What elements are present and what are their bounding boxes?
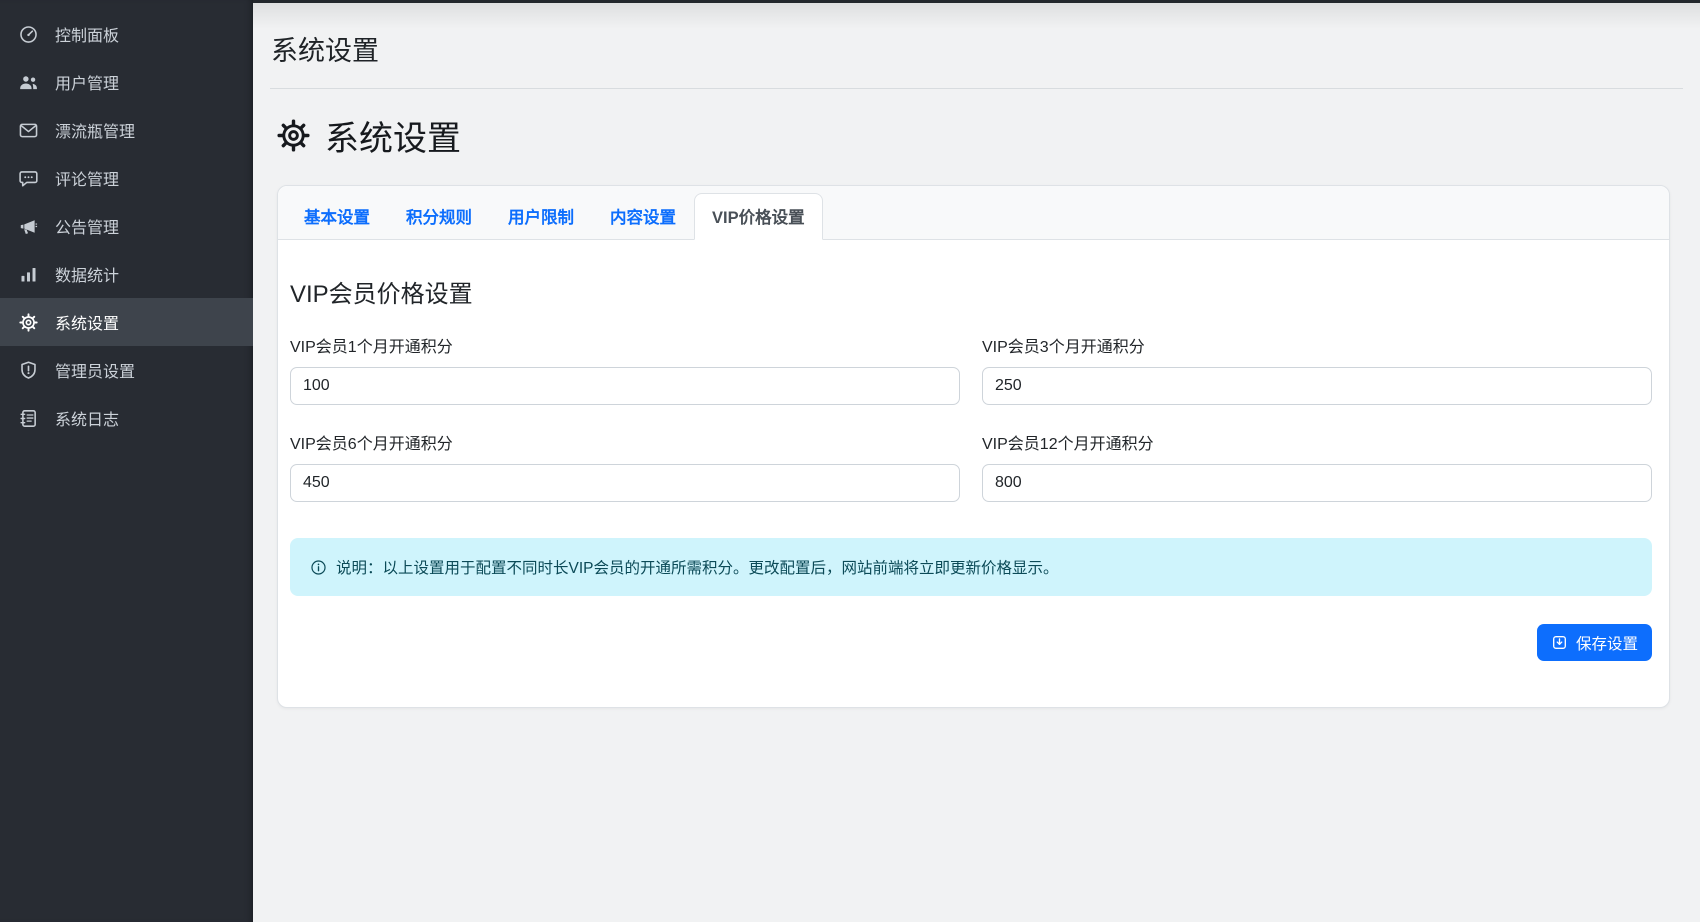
tab-panel-vip-price: VIP会员价格设置 VIP会员1个月开通积分 VIP会员3个月开通积分 VIP会… bbox=[278, 240, 1669, 707]
comment-icon bbox=[18, 168, 39, 189]
info-alert-text: 说明：以上设置用于配置不同时长VIP会员的开通所需积分。更改配置后，网站前端将立… bbox=[336, 556, 1059, 578]
tab-basic-settings[interactable]: 基本设置 bbox=[286, 193, 388, 240]
tab-points-rules[interactable]: 积分规则 bbox=[388, 193, 490, 240]
app-window: 控制面板 用户管理 漂流瓶管理 评论管理 公告管理 数据统计 系统设置 管理员 bbox=[0, 0, 1700, 922]
sidebar-item-label: 管理员设置 bbox=[55, 358, 135, 382]
field-vip-12-month: VIP会员12个月开通积分 bbox=[982, 430, 1652, 502]
tab-vip-price-settings[interactable]: VIP价格设置 bbox=[694, 193, 823, 240]
field-label: VIP会员3个月开通积分 bbox=[982, 333, 1652, 357]
field-label: VIP会员1个月开通积分 bbox=[290, 333, 960, 357]
header-divider bbox=[270, 88, 1683, 89]
save-settings-button[interactable]: 保存设置 bbox=[1537, 624, 1652, 661]
sidebar-item-admin-settings[interactable]: 管理员设置 bbox=[0, 346, 253, 394]
sidebar-item-label: 漂流瓶管理 bbox=[55, 118, 135, 142]
field-vip-6-month: VIP会员6个月开通积分 bbox=[290, 430, 960, 502]
save-icon bbox=[1551, 634, 1568, 651]
actions-row: 保存设置 bbox=[290, 624, 1652, 661]
sidebar-item-announcements[interactable]: 公告管理 bbox=[0, 202, 253, 250]
sidebar-item-dashboard[interactable]: 控制面板 bbox=[0, 10, 253, 58]
vip-3-month-input[interactable] bbox=[982, 367, 1652, 405]
gear-icon bbox=[275, 117, 312, 154]
vip-1-month-input[interactable] bbox=[290, 367, 960, 405]
field-vip-1-month: VIP会员1个月开通积分 bbox=[290, 333, 960, 405]
sidebar-item-system-settings[interactable]: 系统设置 bbox=[0, 298, 253, 346]
save-button-label: 保存设置 bbox=[1576, 632, 1638, 654]
envelope-icon bbox=[18, 120, 39, 141]
sidebar-item-system-logs[interactable]: 系统日志 bbox=[0, 394, 253, 442]
tab-user-limits[interactable]: 用户限制 bbox=[490, 193, 592, 240]
sidebar-item-label: 公告管理 bbox=[55, 214, 119, 238]
info-alert: 说明：以上设置用于配置不同时长VIP会员的开通所需积分。更改配置后，网站前端将立… bbox=[290, 538, 1652, 596]
sidebar: 控制面板 用户管理 漂流瓶管理 评论管理 公告管理 数据统计 系统设置 管理员 bbox=[0, 0, 253, 922]
page-header-title: 系统设置 bbox=[253, 3, 1700, 88]
sidebar-item-label: 用户管理 bbox=[55, 70, 119, 94]
vip-12-month-input[interactable] bbox=[982, 464, 1652, 502]
tab-content-settings[interactable]: 内容设置 bbox=[592, 193, 694, 240]
sidebar-item-statistics[interactable]: 数据统计 bbox=[0, 250, 253, 298]
field-label: VIP会员6个月开通积分 bbox=[290, 430, 960, 454]
info-icon bbox=[310, 559, 327, 576]
bar-chart-icon bbox=[18, 264, 39, 285]
vip-price-form: VIP会员1个月开通积分 VIP会员3个月开通积分 VIP会员6个月开通积分 V… bbox=[290, 333, 1652, 502]
gear-icon bbox=[18, 312, 39, 333]
page-title-text: 系统设置 bbox=[325, 111, 461, 160]
shield-icon bbox=[18, 360, 39, 381]
speedometer-icon bbox=[18, 24, 39, 45]
sidebar-item-label: 评论管理 bbox=[55, 166, 119, 190]
vip-6-month-input[interactable] bbox=[290, 464, 960, 502]
sidebar-item-label: 系统设置 bbox=[55, 310, 119, 334]
settings-tabs: 基本设置 积分规则 用户限制 内容设置 VIP价格设置 bbox=[278, 186, 1669, 240]
page-title: 系统设置 bbox=[275, 111, 1680, 160]
journal-icon bbox=[18, 408, 39, 429]
users-icon bbox=[18, 72, 39, 93]
sidebar-item-users[interactable]: 用户管理 bbox=[0, 58, 253, 106]
sidebar-item-comments[interactable]: 评论管理 bbox=[0, 154, 253, 202]
sidebar-item-label: 系统日志 bbox=[55, 406, 119, 430]
field-vip-3-month: VIP会员3个月开通积分 bbox=[982, 333, 1652, 405]
section-title: VIP会员价格设置 bbox=[290, 274, 1652, 309]
sidebar-item-label: 数据统计 bbox=[55, 262, 119, 286]
sidebar-item-label: 控制面板 bbox=[55, 22, 119, 46]
field-label: VIP会员12个月开通积分 bbox=[982, 430, 1652, 454]
sidebar-item-bottles[interactable]: 漂流瓶管理 bbox=[0, 106, 253, 154]
settings-card: 基本设置 积分规则 用户限制 内容设置 VIP价格设置 VIP会员价格设置 VI… bbox=[277, 185, 1670, 708]
megaphone-icon bbox=[18, 216, 39, 237]
main-content: 系统设置 系统设置 基本设置 积分规则 用户限制 内容设置 VIP价格设置 VI… bbox=[253, 0, 1700, 922]
